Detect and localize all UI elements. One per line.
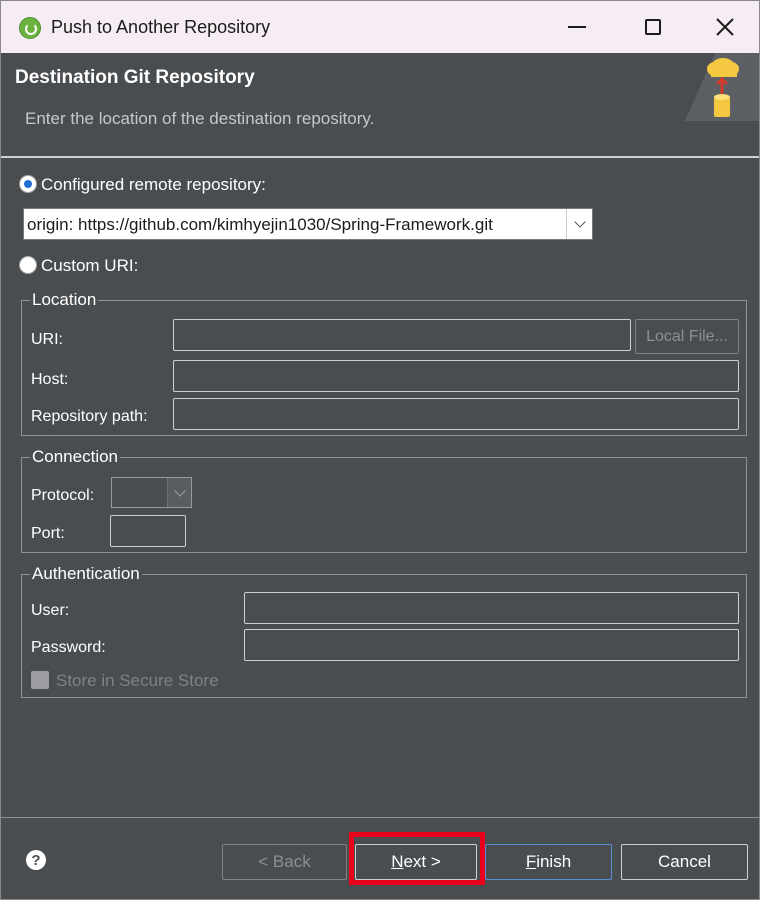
next-button[interactable]: Next >: [355, 844, 477, 880]
help-icon[interactable]: ?: [26, 850, 46, 870]
minimize-icon: [568, 26, 586, 28]
user-label: User:: [31, 602, 70, 619]
location-group-label: Location: [30, 290, 99, 310]
custom-uri-label: Custom URI:: [41, 256, 139, 275]
host-field[interactable]: [173, 360, 739, 392]
close-button[interactable]: [705, 9, 745, 45]
configured-remote-label: Configured remote repository:: [41, 175, 266, 194]
uri-label: URI:: [31, 331, 63, 348]
next-mnemonic: N: [391, 852, 404, 871]
cloud-upload-repository-icon: [685, 53, 759, 121]
uri-field[interactable]: [173, 319, 631, 351]
password-field[interactable]: [244, 629, 739, 661]
button-bar-divider: [1, 817, 759, 818]
page-description: Enter the location of the destination re…: [25, 109, 375, 128]
next-label: ext >: [403, 852, 441, 871]
minimize-button[interactable]: [557, 9, 597, 45]
local-file-button[interactable]: Local File...: [635, 319, 739, 354]
secure-store-label: Store in Secure Store: [56, 671, 219, 690]
user-field[interactable]: [244, 592, 739, 624]
finish-label: inish: [536, 852, 572, 871]
page-title: Destination Git Repository: [15, 67, 255, 88]
password-label: Password:: [31, 639, 106, 656]
repository-path-label: Repository path:: [31, 408, 148, 425]
chevron-down-icon[interactable]: [167, 478, 191, 507]
custom-uri-radio[interactable]: [19, 256, 37, 274]
title-bar: Push to Another Repository: [1, 1, 759, 53]
host-label: Host:: [31, 371, 69, 388]
protocol-label: Protocol:: [31, 487, 95, 504]
window-title: Push to Another Repository: [51, 17, 271, 37]
secure-store-checkbox[interactable]: [31, 671, 49, 689]
back-button[interactable]: < Back: [222, 844, 347, 880]
header-divider: [1, 156, 759, 158]
finish-mnemonic: F: [525, 852, 537, 871]
chevron-down-icon[interactable]: [566, 209, 592, 239]
cancel-button[interactable]: Cancel: [621, 844, 748, 880]
wizard-header: Destination Git Repository Enter the loc…: [1, 53, 759, 155]
configured-remote-radio[interactable]: [19, 175, 37, 193]
maximize-button[interactable]: [633, 9, 673, 45]
repository-path-field[interactable]: [173, 398, 739, 430]
close-icon: [716, 18, 734, 36]
maximize-icon: [645, 19, 661, 35]
authentication-group-label: Authentication: [30, 564, 142, 584]
protocol-select[interactable]: [111, 477, 192, 508]
port-field[interactable]: [110, 515, 186, 547]
remote-repository-select[interactable]: origin: https://github.com/kimhyejin1030…: [23, 208, 593, 240]
connection-group-label: Connection: [30, 447, 121, 467]
spring-icon: [19, 17, 41, 39]
finish-button[interactable]: Finish: [485, 844, 612, 880]
remote-repository-value: origin: https://github.com/kimhyejin1030…: [27, 215, 493, 234]
port-label: Port:: [31, 525, 65, 542]
push-dialog: Push to Another Repository Destination G…: [0, 0, 760, 900]
